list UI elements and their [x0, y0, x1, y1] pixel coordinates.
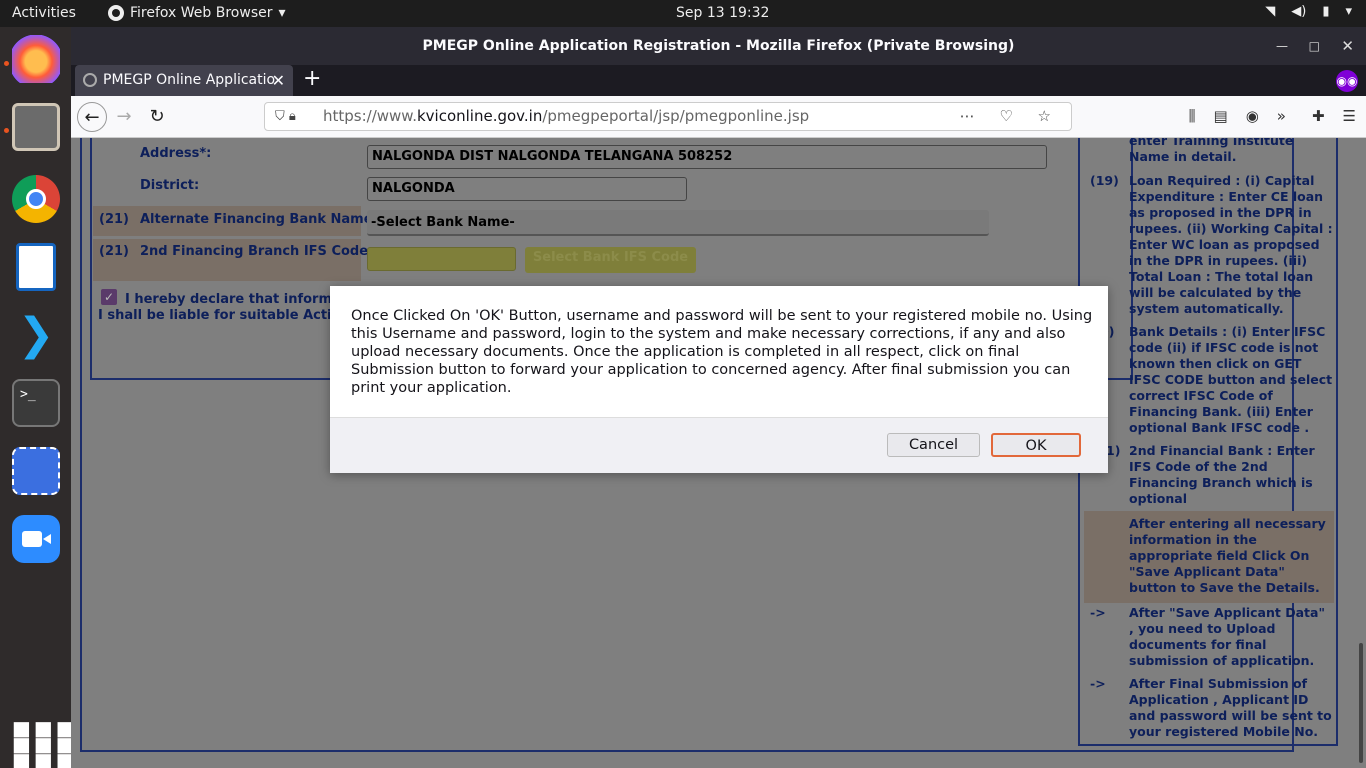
- alt-bank-select[interactable]: -Select Bank Name-: [367, 210, 989, 236]
- chrome-icon[interactable]: [12, 175, 60, 223]
- cancel-button[interactable]: Cancel: [887, 433, 980, 457]
- lock-icon[interactable]: ⛉ 🔒︎: [275, 103, 296, 130]
- instruction-text: After entering all necessary information…: [1129, 516, 1326, 595]
- screenshot-icon[interactable]: [12, 447, 60, 495]
- firefox-small-icon: [108, 5, 124, 21]
- chevron-down-icon: ▾: [1345, 4, 1352, 19]
- instruction-text: enter Training Institute Name in detail.: [1129, 138, 1294, 164]
- close-icon[interactable]: ✕: [1341, 27, 1354, 65]
- app-grid-icon[interactable]: ■■■ ■■■ ■■■: [12, 713, 75, 768]
- url-domain: kviconline.gov.in: [416, 107, 543, 125]
- address-label: Address*:: [140, 146, 212, 161]
- instructions-panel: enter Training Institute Name in detail.…: [1078, 138, 1338, 746]
- instruction-text: After Final Submission of Application , …: [1129, 676, 1332, 739]
- zoom-icon[interactable]: [12, 515, 60, 563]
- instruction-text: After "Save Applicant Data" , you need t…: [1129, 605, 1325, 668]
- back-icon[interactable]: ←: [77, 102, 107, 132]
- url-bar[interactable]: ⛉ 🔒︎ https://www.kviconline.gov.in/pmegp…: [264, 102, 1072, 131]
- dock: ❯ >_ ■■■ ■■■ ■■■: [0, 27, 75, 768]
- tab-pmegp[interactable]: PMEGP Online Applicatio ✕: [75, 65, 293, 96]
- instruction-number: (19): [1090, 173, 1119, 188]
- instruction-number: ->: [1090, 676, 1106, 691]
- ok-button[interactable]: OK: [991, 433, 1081, 457]
- dialog-message: Once Clicked On 'OK' Button, username an…: [351, 308, 1093, 396]
- instruction-number: ->: [1090, 605, 1106, 620]
- address-field[interactable]: NALGONDA DIST NALGONDA TELANGANA 508252: [367, 145, 1047, 169]
- active-indicator: [4, 61, 9, 66]
- alt-bank-number: (21): [99, 212, 129, 227]
- libreoffice-impress-icon[interactable]: [16, 243, 56, 291]
- volume-icon: ◀): [1291, 4, 1307, 19]
- page-actions-icon[interactable]: ⋯ ♡ ☆: [960, 103, 1061, 130]
- clock[interactable]: Sep 13 19:32: [676, 5, 769, 21]
- reader-icon[interactable]: ▤: [1214, 107, 1228, 125]
- url-prefix: https://www.: [323, 107, 417, 125]
- files-icon[interactable]: [12, 103, 60, 151]
- account-icon[interactable]: ◉: [1246, 107, 1259, 125]
- instruction-text: Bank Details : (i) Enter IFSC code (ii) …: [1129, 324, 1333, 435]
- district-field[interactable]: NALGONDA: [367, 177, 687, 201]
- minimize-icon[interactable]: —: [1276, 27, 1288, 65]
- maximize-icon[interactable]: □: [1309, 27, 1320, 65]
- active-indicator: [4, 128, 9, 133]
- alt-bank-label: Alternate Financing Bank Name: [140, 212, 373, 227]
- window-title: PMEGP Online Application Registration - …: [422, 38, 1015, 54]
- tab-label: PMEGP Online Applicatio: [103, 72, 276, 88]
- overflow-icon[interactable]: »: [1277, 107, 1286, 125]
- forward-icon[interactable]: →: [109, 102, 139, 132]
- tab-strip: PMEGP Online Applicatio ✕ + ◉◉: [71, 65, 1366, 96]
- instruction-text: Loan Required : (i) Capital Expenditure …: [1129, 173, 1333, 316]
- menu-icon[interactable]: ☰: [1343, 107, 1356, 125]
- vscode-icon[interactable]: ❯: [12, 311, 60, 359]
- system-tray[interactable]: ◥ ◀) ▮ ▾: [1265, 4, 1352, 19]
- wifi-icon: ◥: [1265, 4, 1276, 19]
- terminal-icon[interactable]: >_: [12, 379, 60, 427]
- declaration-text-line2: I shall be liable for suitable Action: [98, 308, 350, 323]
- library-icon[interactable]: ⫼: [1189, 107, 1196, 125]
- select-ifs-button[interactable]: Select Bank IFS Code: [525, 247, 696, 273]
- scrollbar[interactable]: [1359, 643, 1363, 763]
- reload-icon[interactable]: ↻: [142, 102, 172, 132]
- toolbar-icons: ⫼ ▤ ◉ » ✚ ☰: [1189, 107, 1356, 125]
- confirm-dialog: Once Clicked On 'OK' Button, username an…: [330, 286, 1108, 473]
- instruction-text: 2nd Financial Bank : Enter IFS Code of t…: [1129, 443, 1315, 506]
- system-top-bar: Activities Firefox Web Browser ▾ Sep 13 …: [0, 0, 1366, 27]
- declaration-checkbox[interactable]: ✓: [101, 289, 117, 305]
- chevron-down-icon: ▾: [278, 5, 286, 21]
- instruction-number: 1): [1106, 443, 1121, 458]
- ifs-label: 2nd Financing Branch IFS Code: [140, 244, 369, 259]
- navigation-bar: ← → ↻ ⛉ 🔒︎ https://www.kviconline.gov.in…: [71, 96, 1366, 138]
- dialog-footer: Cancel OK: [330, 417, 1108, 473]
- close-tab-icon[interactable]: ✕: [272, 65, 285, 96]
- ifs-code-input[interactable]: [367, 247, 516, 271]
- app-menu[interactable]: Firefox Web Browser ▾: [108, 5, 286, 21]
- new-tab-icon[interactable]: +: [303, 65, 321, 93]
- battery-icon: ▮: [1322, 4, 1330, 19]
- declaration-text-line1: I hereby declare that informat: [125, 292, 348, 307]
- favicon-icon: [83, 73, 97, 87]
- window-titlebar[interactable]: PMEGP Online Application Registration - …: [71, 27, 1366, 65]
- ifs-number: (21): [99, 244, 129, 259]
- extensions-icon[interactable]: ✚: [1312, 107, 1325, 125]
- url-path: /pmegpeportal/jsp/pmegponline.jsp: [542, 107, 810, 125]
- district-label: District:: [140, 178, 200, 193]
- firefox-icon[interactable]: [12, 35, 60, 83]
- activities-button[interactable]: Activities: [12, 5, 76, 21]
- private-browsing-icon: ◉◉: [1336, 70, 1358, 92]
- app-menu-label: Firefox Web Browser: [130, 5, 273, 21]
